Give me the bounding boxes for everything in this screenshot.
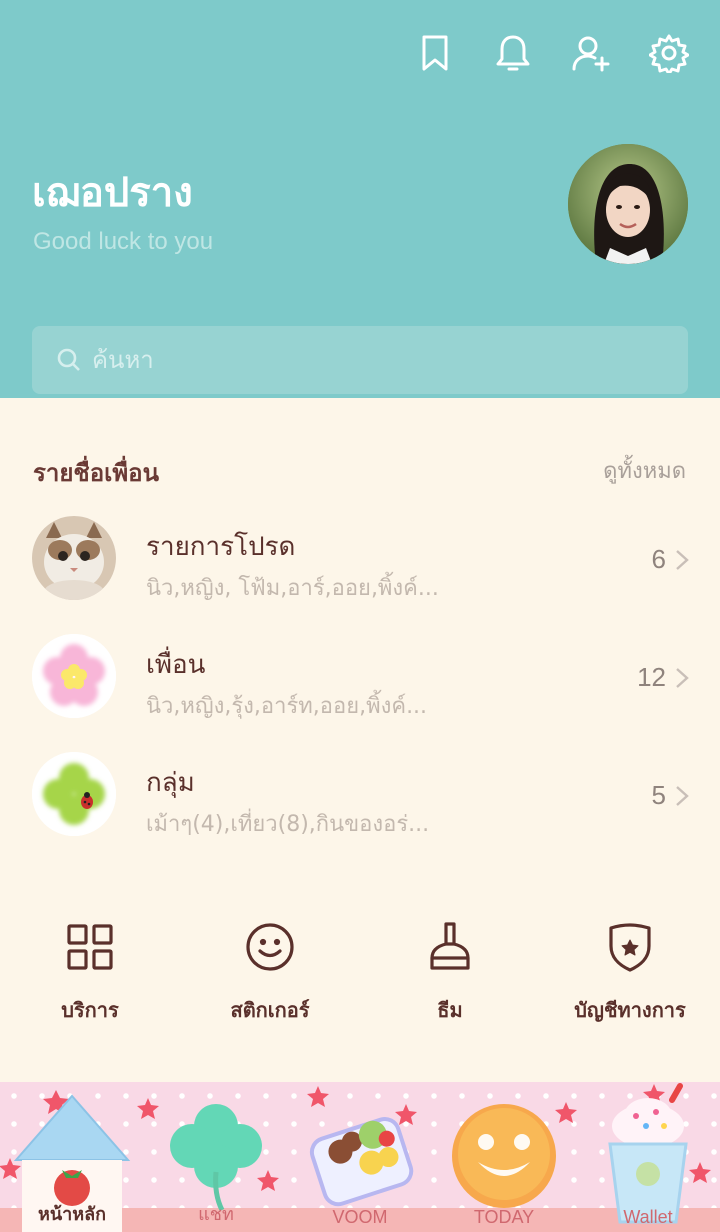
tab-voom[interactable]: VOOM (288, 1082, 432, 1232)
bell-icon[interactable] (492, 30, 534, 76)
avatar[interactable] (568, 144, 688, 264)
profile-header: เฌอปราง Good luck to you (0, 0, 720, 398)
shortcut-label: สติกเกอร์ (230, 998, 310, 1022)
bottom-tab-bar: หน้าหลัก แชท VOOM TODAY Wallet (0, 1082, 720, 1232)
list-item-title: เพื่อน (146, 650, 206, 680)
bookmark-icon[interactable] (414, 30, 456, 76)
tab-today[interactable]: TODAY (432, 1082, 576, 1232)
gear-icon[interactable] (648, 30, 690, 76)
list-item-subtitle: เม้าๆ(4),เที่ยว(8),กินของอร่... (146, 812, 430, 837)
tab-chat[interactable]: แชท (144, 1082, 288, 1232)
chevron-right-icon (674, 784, 690, 808)
list-item-count: 12 (637, 662, 666, 692)
shortcut-label: บริการ (61, 998, 119, 1022)
shortcut-label: บัญชีทางการ (574, 998, 686, 1022)
shortcut-themes[interactable]: ธีม (360, 920, 540, 1026)
clover-thumbnail (32, 752, 116, 836)
tab-label: หน้าหลัก (37, 1204, 107, 1224)
grid-icon (67, 924, 113, 970)
tab-label: TODAY (473, 1207, 535, 1227)
search-input[interactable] (92, 346, 652, 374)
see-all-link[interactable]: ดูทั้งหมด (603, 453, 686, 488)
profile-status-message[interactable]: Good luck to you (33, 228, 213, 256)
flower-thumbnail (32, 634, 116, 718)
shortcut-label: ธีม (437, 998, 463, 1022)
tab-label: VOOM (332, 1207, 388, 1227)
cat-thumbnail (32, 516, 116, 600)
shortcut-services[interactable]: บริการ (0, 920, 180, 1026)
brush-icon (430, 922, 470, 970)
add-friend-icon[interactable] (570, 30, 612, 76)
chevron-right-icon (674, 548, 690, 572)
list-item-favorites[interactable]: รายการโปรด นิว,หญิง, โฟ้ม,อาร์,ออย,พิ้งค… (0, 508, 720, 608)
smiley-icon (246, 923, 294, 971)
list-item-subtitle: นิว,หญิง,รุ้ง,อาร์ท,ออย,พิ้งค์... (146, 694, 428, 719)
list-item-groups[interactable]: กลุ่ม เม้าๆ(4),เที่ยว(8),กินของอร่... 5 (0, 744, 720, 844)
list-item-friends[interactable]: เพื่อน นิว,หญิง,รุ้ง,อาร์ท,ออย,พิ้งค์...… (0, 626, 720, 726)
list-item-count: 5 (651, 780, 666, 810)
header-toolbar (414, 30, 690, 76)
search-bar[interactable] (32, 326, 688, 394)
list-item-title: กลุ่ม (146, 768, 195, 798)
tab-home[interactable]: หน้าหลัก (0, 1082, 144, 1232)
search-icon (57, 348, 80, 371)
list-item-subtitle: นิว,หญิง, โฟ้ม,อาร์,ออย,พิ้งค์... (146, 576, 439, 601)
shortcut-official-accounts[interactable]: บัญชีทางการ (540, 920, 720, 1026)
shortcut-stickers[interactable]: สติกเกอร์ (180, 920, 360, 1026)
friends-section-title: รายชื่อเพื่อน (33, 459, 159, 487)
tab-wallet[interactable]: Wallet (576, 1082, 720, 1232)
profile-name[interactable]: เฌอปราง (32, 160, 193, 224)
shield-star-icon (609, 923, 651, 972)
chevron-right-icon (674, 666, 690, 690)
shortcut-bar: บริการ สติกเกอร์ ธีม บัญชีทางการ (0, 920, 720, 1030)
list-item-title: รายการโปรด (146, 532, 296, 562)
tab-label: Wallet (623, 1207, 673, 1227)
tab-label: แชท (198, 1204, 234, 1224)
list-item-count: 6 (651, 544, 666, 574)
